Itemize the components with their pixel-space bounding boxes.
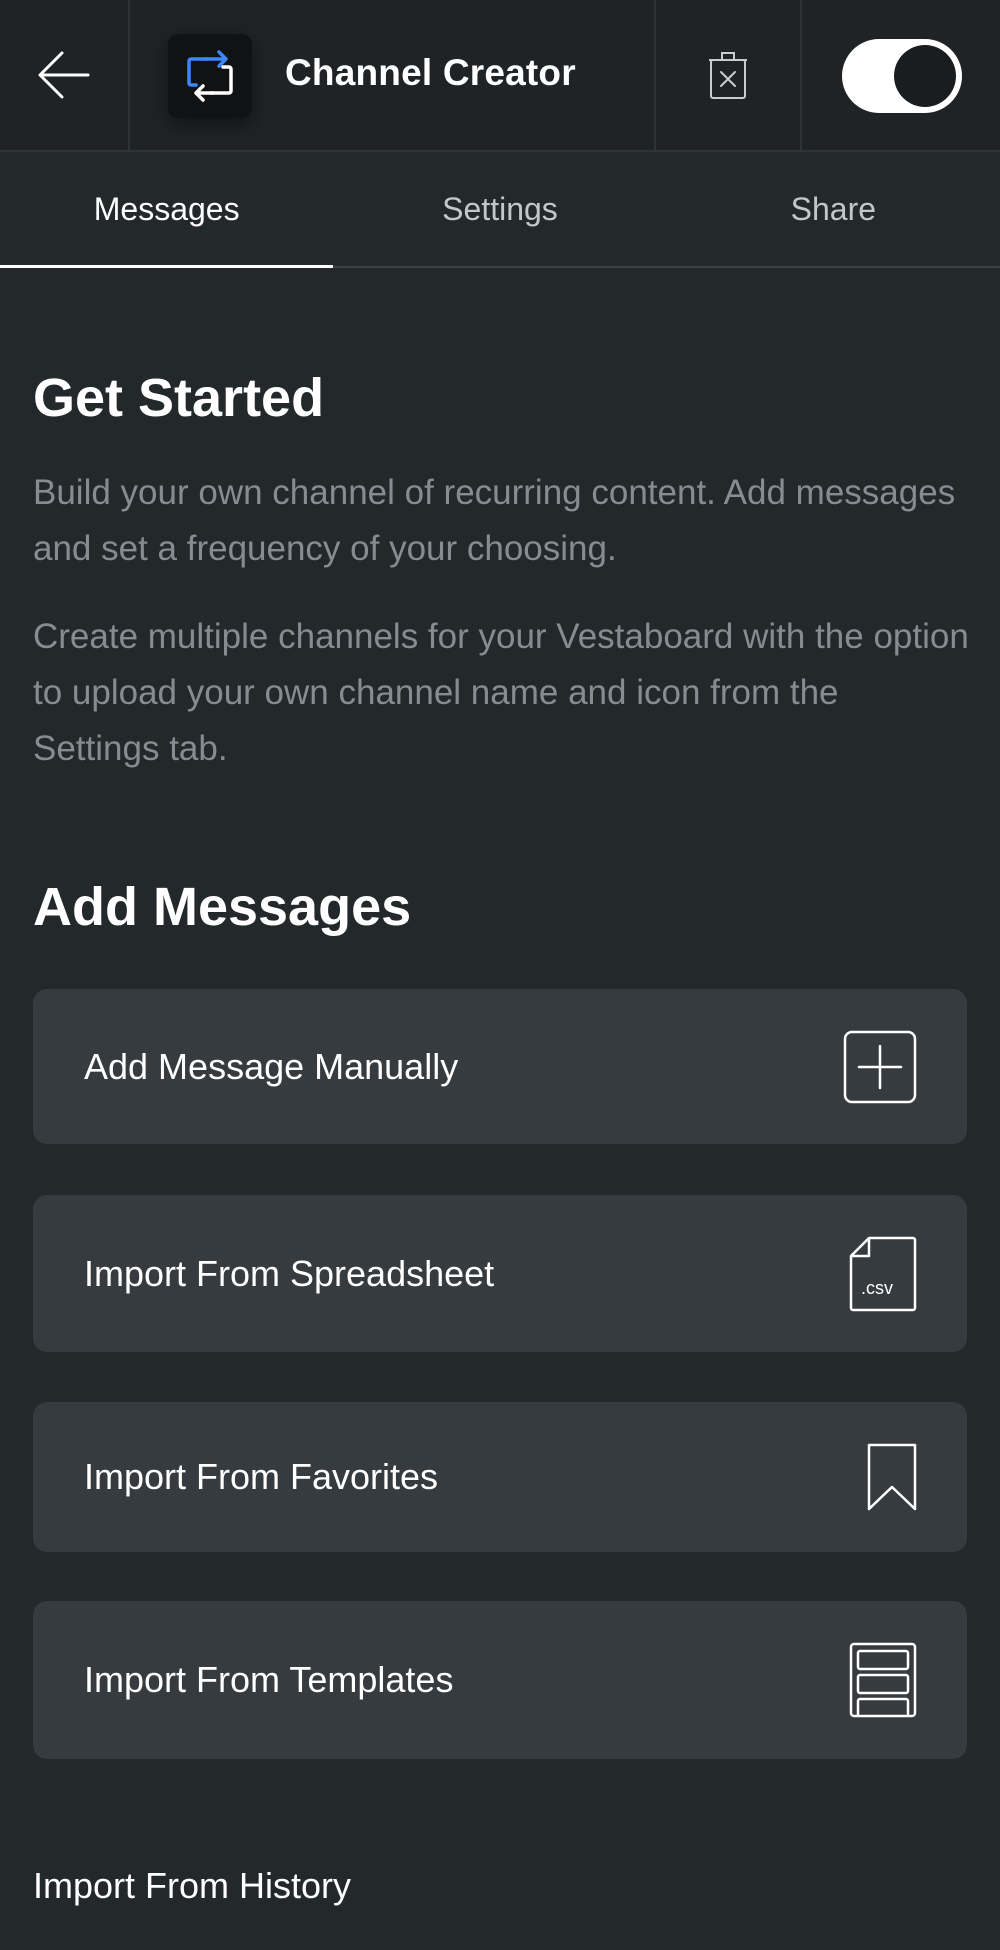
tab-messages[interactable]: Messages <box>0 152 334 268</box>
get-started-paragraph: Create multiple channels for your Vestab… <box>33 617 969 768</box>
channel-title: Channel Creator <box>285 52 576 93</box>
action-label: Import From Favorites <box>84 1456 439 1497</box>
add-messages-heading: Add Messages <box>33 877 412 937</box>
back-button[interactable] <box>0 0 128 150</box>
plus-square-icon <box>843 1030 917 1103</box>
action-label: Import From Spreadsheet <box>84 1252 495 1294</box>
templates-icon <box>849 1642 917 1718</box>
trash-icon <box>709 52 747 99</box>
import-from-favorites-button[interactable]: Import From Favorites <box>33 1402 967 1552</box>
toggle-knob <box>894 45 956 107</box>
back-arrow-icon <box>38 51 90 99</box>
repeat-chat-icon <box>187 50 233 102</box>
csv-file-icon: .csv <box>849 1236 917 1312</box>
add-message-manually-button[interactable]: Add Message Manually <box>33 989 967 1144</box>
import-from-spreadsheet-button[interactable]: Import From Spreadsheet .csv <box>33 1195 967 1352</box>
action-label: Add Message Manually <box>84 1045 459 1087</box>
csv-label: .csv <box>861 1277 894 1298</box>
top-bar: Channel Creator <box>0 0 1000 152</box>
delete-channel-button[interactable] <box>656 0 800 150</box>
tab-settings[interactable]: Settings <box>333 152 666 266</box>
channel-toggle[interactable] <box>842 39 962 113</box>
tab-share[interactable]: Share <box>667 152 1000 266</box>
import-from-templates-button[interactable]: Import From Templates <box>33 1601 967 1759</box>
bookmark-icon <box>867 1443 917 1511</box>
channel-icon <box>168 34 252 118</box>
get-started-paragraph: Build your own channel of recurring cont… <box>33 473 956 568</box>
get-started-heading: Get Started <box>33 368 325 428</box>
action-label: Import From Templates <box>84 1659 454 1700</box>
divider <box>800 0 802 150</box>
tab-bar: Messages Settings Share <box>0 152 1000 268</box>
import-from-history-link[interactable]: Import From History <box>33 1865 351 1907</box>
divider <box>128 0 130 150</box>
